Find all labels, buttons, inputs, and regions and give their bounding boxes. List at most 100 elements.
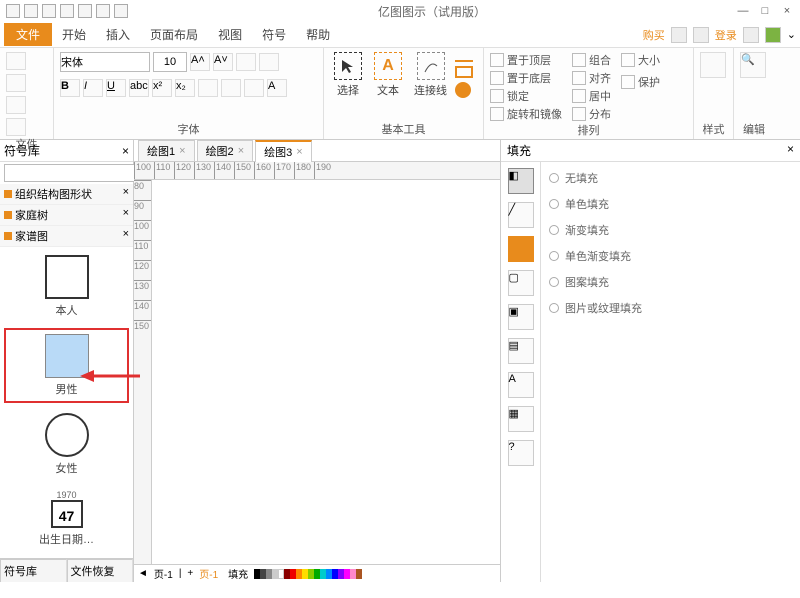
arrange-dist[interactable]: 分布 bbox=[572, 106, 611, 122]
qat-new-icon[interactable] bbox=[6, 4, 20, 18]
cut-icon[interactable] bbox=[6, 52, 26, 70]
qat-undo-icon[interactable] bbox=[24, 4, 38, 18]
canvas[interactable] bbox=[152, 180, 500, 564]
font-increase-icon[interactable]: A˄ bbox=[190, 53, 210, 71]
text-tool[interactable]: A 文本 bbox=[370, 52, 406, 98]
tab-view[interactable]: 视图 bbox=[208, 23, 252, 46]
color-swatches[interactable] bbox=[254, 569, 362, 579]
align-icon[interactable] bbox=[221, 79, 241, 97]
rp-shape-icon[interactable] bbox=[508, 236, 534, 262]
shape-circle-icon[interactable] bbox=[455, 82, 471, 98]
rp-image-icon[interactable]: ▦ bbox=[508, 406, 534, 432]
edit-icon[interactable]: 🔍 bbox=[740, 52, 766, 78]
arrange-group[interactable]: 组合 bbox=[572, 52, 611, 68]
rp-line-icon[interactable]: ╱ bbox=[508, 202, 534, 228]
group-font-label: 字体 bbox=[60, 121, 317, 137]
fill-picture[interactable]: 图片或纹理填充 bbox=[549, 300, 792, 316]
category-genealogy[interactable]: 家谱图× bbox=[0, 226, 133, 247]
rp-shadow-icon[interactable]: ▢ bbox=[508, 270, 534, 296]
page-right-label[interactable]: 页-1 bbox=[199, 566, 218, 581]
x2sub-icon[interactable]: x₂ bbox=[175, 79, 195, 97]
foot-tab-library[interactable]: 符号库 bbox=[0, 559, 67, 582]
qat-save-icon[interactable] bbox=[78, 4, 92, 18]
tab-help[interactable]: 帮助 bbox=[296, 23, 340, 46]
shape-rect-icon[interactable] bbox=[455, 66, 473, 78]
fill-solid[interactable]: 单色填充 bbox=[549, 196, 792, 212]
cloud-icon[interactable] bbox=[671, 27, 687, 43]
doc-tab-1[interactable]: 绘图1× bbox=[138, 140, 195, 161]
login-link[interactable]: 登录 bbox=[715, 27, 737, 43]
qat-open-icon[interactable] bbox=[60, 4, 74, 18]
underline-button[interactable]: U bbox=[106, 79, 126, 97]
doc-tab-3[interactable]: 绘图3× bbox=[255, 140, 312, 162]
copy-icon[interactable] bbox=[6, 74, 26, 92]
paste-icon[interactable] bbox=[6, 96, 26, 114]
shape-self[interactable]: 本人 bbox=[4, 251, 129, 322]
foot-tab-recover[interactable]: 文件恢复 bbox=[67, 559, 134, 582]
arrange-rotate[interactable]: 旋转和镜像 bbox=[490, 106, 562, 122]
shape-line-icon[interactable] bbox=[455, 60, 473, 62]
leftpanel-close-icon[interactable]: × bbox=[122, 144, 129, 158]
buy-link[interactable]: 购买 bbox=[643, 27, 665, 43]
arrange-bottom[interactable]: 置于底层 bbox=[490, 70, 562, 86]
fill-pattern[interactable]: 图案填充 bbox=[549, 274, 792, 290]
subscript-icon[interactable] bbox=[259, 53, 279, 71]
x2-icon[interactable]: x² bbox=[152, 79, 172, 97]
connector-tool[interactable]: 连接线 bbox=[410, 52, 451, 98]
arrange-protect[interactable]: 保护 bbox=[621, 74, 660, 90]
arrange-lock[interactable]: 锁定 bbox=[490, 88, 562, 104]
style-icon[interactable] bbox=[700, 52, 726, 78]
fill-solidgradient[interactable]: 单色渐变填充 bbox=[549, 248, 792, 264]
app-icon[interactable] bbox=[765, 27, 781, 43]
page-add-icon[interactable]: + bbox=[187, 568, 193, 579]
font-color-icon[interactable]: A bbox=[267, 79, 287, 97]
fill-none[interactable]: 无填充 bbox=[549, 170, 792, 186]
font-family-select[interactable] bbox=[60, 52, 150, 72]
shape-male[interactable]: 男性 bbox=[4, 328, 129, 403]
qat-export-icon[interactable] bbox=[114, 4, 128, 18]
category-orgchart[interactable]: 组织结构图形状× bbox=[0, 184, 133, 205]
rp-help-icon[interactable]: ? bbox=[508, 440, 534, 466]
shape-birthdate[interactable]: 1970 47出生日期… bbox=[4, 486, 129, 551]
rp-page-icon[interactable]: ▤ bbox=[508, 338, 534, 364]
rightpanel-close-icon[interactable]: × bbox=[787, 142, 794, 159]
close-icon[interactable]: × bbox=[780, 5, 794, 17]
qat-redo-icon[interactable] bbox=[42, 4, 56, 18]
minimize-icon[interactable]: — bbox=[736, 5, 750, 17]
spacing-icon[interactable] bbox=[244, 79, 264, 97]
fill-gradient[interactable]: 渐变填充 bbox=[549, 222, 792, 238]
doc-tab-2[interactable]: 绘图2× bbox=[197, 140, 254, 161]
bold-button[interactable]: B bbox=[60, 79, 80, 97]
arrange-top[interactable]: 置于顶层 bbox=[490, 52, 562, 68]
select-tool[interactable]: 选择 bbox=[330, 52, 366, 98]
rp-text-icon[interactable]: A bbox=[508, 372, 534, 398]
superscript-icon[interactable] bbox=[236, 53, 256, 71]
rp-layer-icon[interactable]: ▣ bbox=[508, 304, 534, 330]
page-left-label[interactable]: 页-1 bbox=[154, 566, 173, 581]
font-size-select[interactable] bbox=[153, 52, 187, 72]
page-nav-prev-icon[interactable]: ◄ bbox=[138, 568, 148, 579]
tab-start[interactable]: 开始 bbox=[52, 23, 96, 46]
strike-icon[interactable]: abc bbox=[129, 79, 149, 97]
font-decrease-icon[interactable]: A˅ bbox=[213, 53, 233, 71]
arrange-align[interactable]: 对齐 bbox=[572, 70, 611, 86]
menu-chevron-icon[interactable]: ⌄ bbox=[787, 28, 796, 41]
rp-fill-icon[interactable]: ◧ bbox=[508, 168, 534, 194]
italic-button[interactable]: I bbox=[83, 79, 103, 97]
file-menu[interactable]: 文件 bbox=[4, 23, 52, 46]
tab-insert[interactable]: 插入 bbox=[96, 23, 140, 46]
tab-close-icon: × bbox=[238, 145, 244, 157]
qat-print-icon[interactable] bbox=[96, 4, 110, 18]
category-familytree[interactable]: 家庭树× bbox=[0, 205, 133, 226]
bullets-icon[interactable] bbox=[198, 79, 218, 97]
maximize-icon[interactable]: □ bbox=[758, 5, 772, 17]
arrange-center[interactable]: 居中 bbox=[572, 88, 611, 104]
settings-icon[interactable] bbox=[743, 27, 759, 43]
tab-pagelayout[interactable]: 页面布局 bbox=[140, 23, 208, 46]
tab-symbol[interactable]: 符号 bbox=[252, 23, 296, 46]
arrange-size[interactable]: 大小 bbox=[621, 52, 660, 68]
shape-female[interactable]: 女性 bbox=[4, 409, 129, 480]
symbol-search-input[interactable] bbox=[4, 164, 148, 182]
format-painter-icon[interactable] bbox=[6, 118, 26, 136]
share-icon[interactable] bbox=[693, 27, 709, 43]
